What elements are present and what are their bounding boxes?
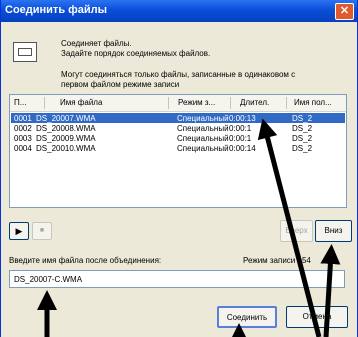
intro-line-1: Соединяет файлы. <box>61 39 132 48</box>
row-mode: Специальный <box>177 124 229 133</box>
table-row[interactable]: 0003 DS_20009.WMA Специальный 0:00:1 DS_… <box>11 133 345 143</box>
row-filename: DS_20010.WMA <box>36 144 96 153</box>
row-number: 0002 <box>14 124 32 133</box>
row-number: 0004 <box>14 144 32 153</box>
merge-files-icon <box>13 42 37 62</box>
record-mode-label: Режим записи : 54 <box>243 256 311 265</box>
stop-button[interactable]: ■ <box>32 222 52 240</box>
row-mode: Специальный <box>177 134 229 143</box>
filename-input[interactable] <box>9 270 345 288</box>
header-duration[interactable]: Длител. <box>240 98 269 107</box>
row-folder: DS_2 <box>292 134 313 143</box>
row-duration: 0:00:14 <box>229 144 256 153</box>
row-duration: 0:00:1 <box>229 124 252 133</box>
warning-line-1: Могут соединяться только файлы, записанн… <box>61 70 296 79</box>
header-mode[interactable]: Режим з... <box>178 98 215 107</box>
play-button[interactable]: ▶ <box>9 222 29 240</box>
header-filename[interactable]: Имя файла <box>60 98 102 107</box>
merge-files-dialog: Соединить файлы ✕ Соединяет файлы. Задай… <box>0 0 358 337</box>
row-mode: Специальный <box>177 114 229 123</box>
header-number[interactable]: П... <box>14 98 26 107</box>
cancel-button[interactable]: Отмена <box>286 306 348 328</box>
row-filename: DS_20009.WMA <box>36 134 96 143</box>
window-title: Соединить файлы <box>5 4 108 16</box>
warning-line-2: первом файлом режиме записи <box>61 80 180 89</box>
close-button[interactable]: ✕ <box>335 3 354 20</box>
table-row[interactable]: 0002 DS_20008.WMA Специальный 0:00:1 DS_… <box>11 123 345 133</box>
move-up-button[interactable]: Вверх <box>280 220 313 242</box>
close-icon: ✕ <box>339 5 350 17</box>
row-folder: DS_2 <box>292 144 313 153</box>
row-number: 0003 <box>14 134 32 143</box>
record-mode-value: 54 <box>301 256 311 265</box>
play-icon: ▶ <box>15 226 23 236</box>
move-down-button[interactable]: Вниз <box>315 220 352 242</box>
row-duration: 0:00:13 <box>229 114 256 123</box>
header-folder[interactable]: Имя пол... <box>294 98 332 107</box>
row-folder: DS_2 <box>292 114 313 123</box>
file-list[interactable]: П... Имя файла Режим з... Длител. Имя по… <box>9 94 347 208</box>
table-row[interactable]: 0004 DS_20010.WMA Специальный 0:00:14 DS… <box>11 143 345 153</box>
record-mode-caption: Режим записи : <box>243 256 300 265</box>
stop-icon: ■ <box>39 227 45 234</box>
intro-line-2: Задайте порядок соединяемых файлов. <box>61 49 211 58</box>
row-filename: DS_20007.WMA <box>36 114 96 123</box>
row-duration: 0:00:1 <box>229 134 252 143</box>
table-row[interactable]: 0001 DS_20007.WMA Специальный 0:00:13 DS… <box>11 113 345 123</box>
filename-label: Введите имя файла после объединения: <box>9 256 162 265</box>
row-number: 0001 <box>14 114 32 123</box>
row-folder: DS_2 <box>292 124 313 133</box>
title-bar: Соединить файлы ✕ <box>1 0 357 22</box>
list-header: П... Имя файла Режим з... Длител. Имя по… <box>10 95 346 112</box>
merge-button[interactable]: Соединить <box>217 306 277 328</box>
row-mode: Специальный <box>177 144 229 153</box>
row-filename: DS_20008.WMA <box>36 124 96 133</box>
